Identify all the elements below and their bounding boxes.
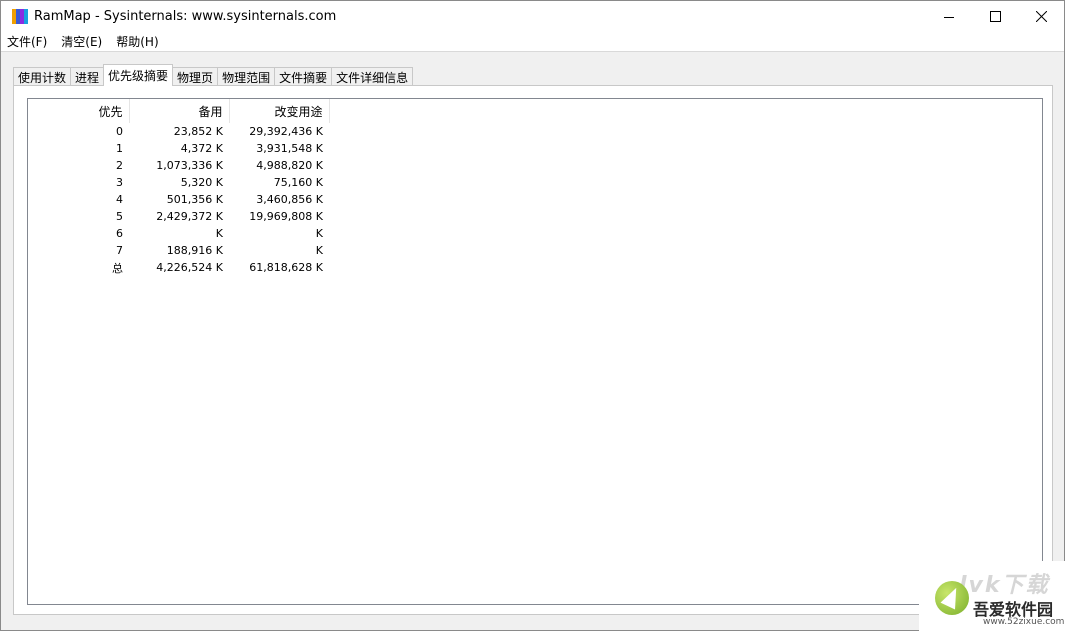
watermark-top-text: lvk下载	[959, 573, 1050, 598]
cell-standby: 23,852 K	[173, 125, 223, 138]
tab-physical-pages[interactable]: 物理页	[172, 67, 219, 86]
cell-repurposed: 61,818,628 K	[249, 261, 323, 274]
rammap-window: RamMap - Sysinternals: www.sysinternals.…	[0, 0, 1065, 631]
table-row[interactable]: 6 K K	[28, 225, 329, 242]
menu-help[interactable]: 帮助(H)	[116, 33, 164, 50]
cell-standby: 4,372 K	[180, 142, 223, 155]
watermark-logo-icon	[935, 581, 969, 615]
minimize-icon	[944, 16, 954, 18]
cell-repurposed: 4,988,820 K	[256, 159, 323, 172]
cell-priority: 1	[116, 142, 123, 155]
icon-bar-4	[24, 9, 28, 24]
table-row[interactable]: 总 4,226,524 K 61,818,628 K	[28, 259, 329, 276]
table-row[interactable]: 5 2,429,372 K 19,969,808 K	[28, 208, 329, 225]
header-row: 优先 备用 改变用途	[28, 99, 330, 123]
close-icon	[1035, 11, 1047, 22]
title-bar[interactable]: RamMap - Sysinternals: www.sysinternals.…	[1, 1, 1064, 32]
column-header-repurposed[interactable]: 改变用途	[229, 99, 330, 123]
priority-summary-page: 优先 备用 改变用途 0 23,852 K 29,392,436 K 1 4,372 K…	[13, 85, 1053, 615]
cell-priority: 7	[116, 244, 123, 257]
tab-file-details[interactable]: 文件详细信息	[331, 67, 414, 86]
cell-standby: 5,320 K	[180, 176, 223, 189]
cell-priority: 3	[116, 176, 123, 189]
menu-empty[interactable]: 清空(E)	[61, 33, 108, 50]
maximize-icon	[989, 11, 1001, 22]
table-body: 0 23,852 K 29,392,436 K 1 4,372 K 3,931,548 K…	[28, 123, 329, 276]
rammap-app-icon	[12, 9, 28, 24]
cell-repurposed: K	[315, 244, 323, 257]
cell-standby: 188,916 K	[166, 244, 223, 257]
cell-repurposed: 29,392,436 K	[249, 125, 323, 138]
cell-priority: 总	[112, 261, 123, 275]
tab-strip: 使用计数 进程 优先级摘要 物理页 物理范围 文件摘要 文件详细信息	[13, 64, 414, 86]
table-row[interactable]: 1 4,372 K 3,931,548 K	[28, 140, 329, 157]
watermark-url: www.52zixue.com	[983, 617, 1065, 627]
cell-standby: 501,356 K	[166, 193, 223, 206]
priority-table: 优先 备用 改变用途 0 23,852 K 29,392,436 K 1 4,372 K…	[28, 99, 330, 276]
cell-priority: 6	[116, 227, 123, 240]
tab-use-counts[interactable]: 使用计数	[13, 67, 72, 86]
cell-repurposed: 3,931,548 K	[256, 142, 323, 155]
table-row[interactable]: 3 5,320 K 75,160 K	[28, 174, 329, 191]
window-title: RamMap - Sysinternals: www.sysinternals.…	[34, 9, 337, 24]
cell-priority: 5	[116, 210, 123, 223]
menu-file[interactable]: 文件(F)	[7, 33, 53, 50]
cell-standby: 2,429,372 K	[156, 210, 223, 223]
table-row[interactable]: 7 188,916 K K	[28, 242, 329, 259]
cell-repurposed: 19,969,808 K	[249, 210, 323, 223]
column-header-priority[interactable]: 优先	[28, 99, 130, 123]
tab-file-summary[interactable]: 文件摘要	[274, 67, 333, 86]
cell-repurposed: 75,160 K	[273, 176, 323, 189]
cell-standby: K	[215, 227, 223, 240]
watermark: lvk下载 吾爱软件园 www.52zixue.com	[919, 561, 1065, 631]
column-header-standby[interactable]: 备用	[129, 99, 230, 123]
cell-standby: 4,226,524 K	[156, 261, 223, 274]
table-row[interactable]: 0 23,852 K 29,392,436 K	[28, 123, 329, 140]
menu-bar: 文件(F) 清空(E) 帮助(H)	[1, 32, 1064, 52]
cell-repurposed: K	[315, 227, 323, 240]
table-row[interactable]: 4 501,356 K 3,460,856 K	[28, 191, 329, 208]
maximize-button[interactable]	[972, 1, 1018, 32]
cell-repurposed: 3,460,856 K	[256, 193, 323, 206]
cell-standby: 1,073,336 K	[156, 159, 223, 172]
cell-priority: 4	[116, 193, 123, 206]
cell-priority: 2	[116, 159, 123, 172]
table-row[interactable]: 2 1,073,336 K 4,988,820 K	[28, 157, 329, 174]
tab-priority-summary[interactable]: 优先级摘要	[103, 64, 174, 86]
cell-priority: 0	[116, 125, 123, 138]
tab-physical-ranges[interactable]: 物理范围	[217, 67, 276, 86]
close-button[interactable]	[1018, 1, 1064, 32]
priority-summary-list[interactable]: 优先 备用 改变用途 0 23,852 K 29,392,436 K 1 4,372 K…	[27, 98, 1043, 605]
tab-processes[interactable]: 进程	[70, 67, 105, 86]
minimize-button[interactable]	[926, 1, 972, 32]
